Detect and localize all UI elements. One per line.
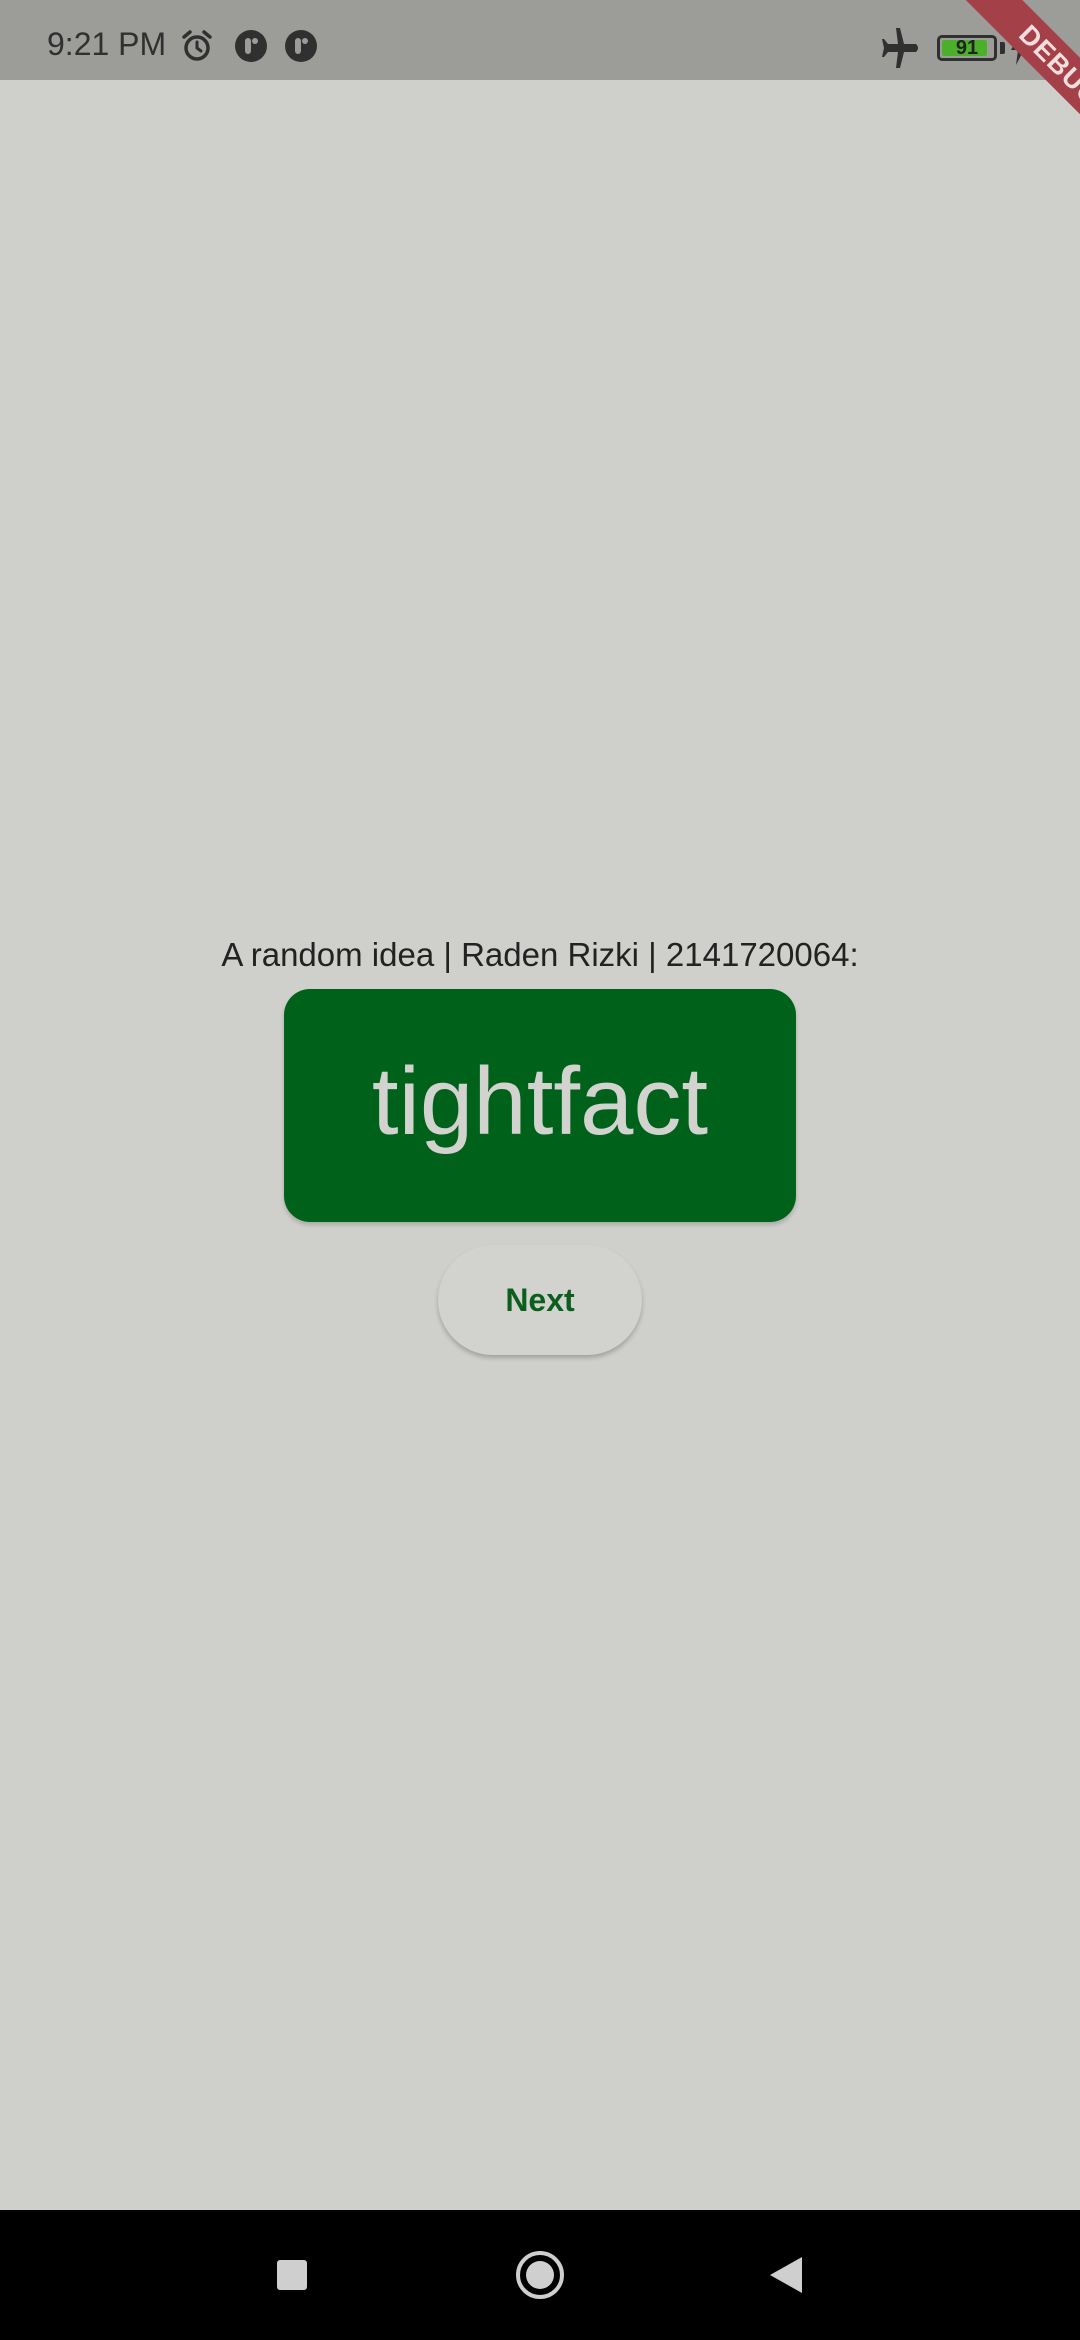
- status-time: 9:21 PM: [47, 26, 167, 62]
- recents-icon: [275, 2258, 309, 2292]
- idea-word: tightfact: [371, 1047, 709, 1155]
- notification-app-icon: [234, 29, 268, 63]
- notification-app-icon: [284, 29, 318, 63]
- navigation-bar: [0, 2210, 1080, 2340]
- status-bar: 9:21 PM 91: [0, 0, 1080, 80]
- alarm-icon: [180, 29, 214, 63]
- prompt-text: A random idea | Raden Rizki | 2141720064…: [221, 936, 859, 973]
- back-button[interactable]: [726, 2210, 846, 2340]
- airplane-icon: [878, 28, 922, 68]
- home-button[interactable]: [480, 2210, 600, 2340]
- home-icon: [514, 2249, 566, 2301]
- recents-button[interactable]: [232, 2210, 352, 2340]
- idea-card: tightfact: [284, 989, 796, 1222]
- back-icon: [768, 2255, 804, 2295]
- debug-banner-label: DEBUG: [961, 0, 1080, 160]
- next-button[interactable]: Next: [438, 1245, 642, 1355]
- debug-banner: DEBUG: [920, 0, 1080, 160]
